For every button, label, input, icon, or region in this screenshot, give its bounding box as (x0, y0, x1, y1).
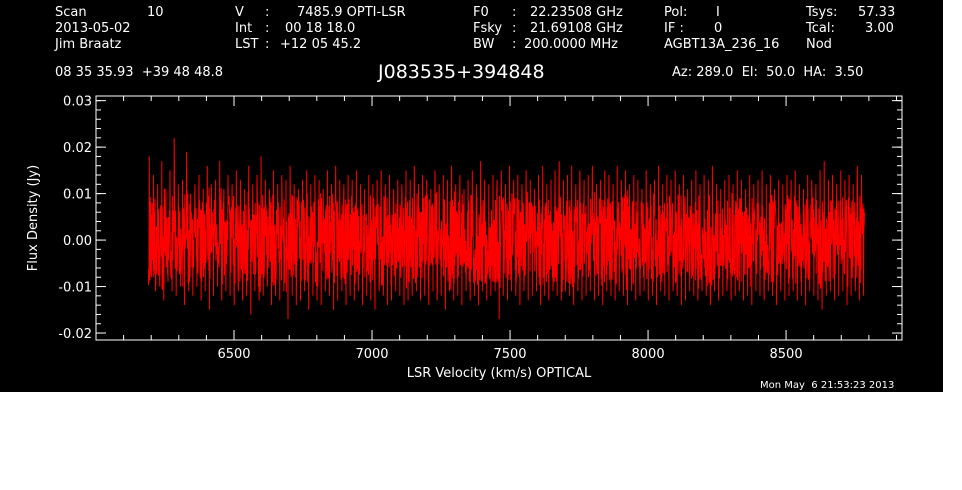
x-tick-label: 7500 (493, 347, 526, 362)
plot-panel: Scan 10 2013-05-02 Jim Braatz V : 7485.9… (0, 0, 943, 392)
y-tick-label: 0.03 (63, 95, 92, 110)
series-layer (147, 137, 865, 320)
y-tick-label: 0.01 (63, 188, 92, 203)
y-tick-label: -0.02 (58, 327, 92, 342)
spectrum-series-line (147, 137, 865, 320)
y-axis-label: Flux Density (Jy) (26, 165, 41, 271)
x-tick-label: 6500 (217, 347, 250, 362)
y-tick-label: -0.01 (58, 281, 92, 296)
y-tick-label: 0.00 (63, 234, 92, 249)
x-tick-label: 7000 (355, 347, 388, 362)
y-tick-label: 0.02 (63, 141, 92, 156)
x-axis-label: LSR Velocity (km/s) OPTICAL (407, 366, 592, 381)
x-tick-label: 8500 (770, 347, 803, 362)
timestamp-text: Mon May 6 21:53:23 2013 (760, 380, 895, 391)
x-tick-label: 8000 (632, 347, 665, 362)
spectrum-chart: -0.02 -0.01 0.00 0.01 0.02 0.03 6500 7000 7500 8… (26, 95, 903, 381)
